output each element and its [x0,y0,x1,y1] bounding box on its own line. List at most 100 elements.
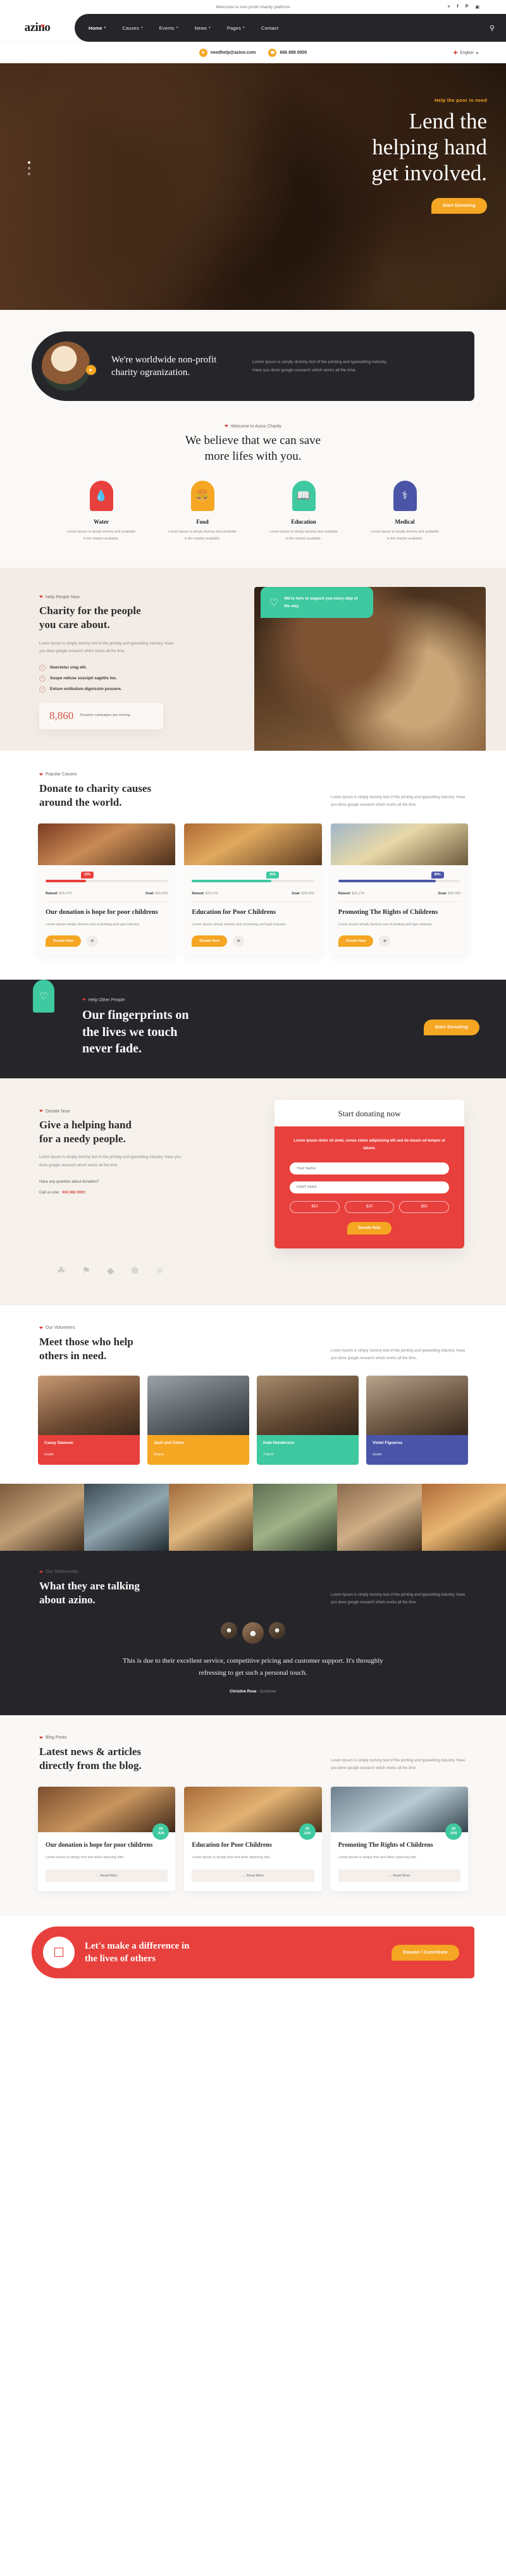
member-caption: Kale Henderson Trainer [257,1434,359,1465]
read-more-button[interactable]: → Read More [338,1870,460,1883]
service-item-education[interactable]: 📖 Education Lorem Ipsum is simply dummy … [269,481,338,543]
team-member[interactable]: Violet Figueroa Guide [366,1375,468,1465]
avatar[interactable]: ☻ [221,1622,237,1639]
progress-fill [338,879,436,882]
donate-now-button[interactable]: Donate Now [46,935,81,947]
form-donate-now-button[interactable]: Donate Now [347,1221,392,1235]
blog-post[interactable]: 20 JUN Promoting The Rights of Childrens… [330,1786,468,1892]
facebook-icon[interactable]: f [457,4,458,9]
gallery-photo[interactable] [168,1483,253,1551]
cause-title: Education for Poor Childrens [192,908,276,916]
causes-headtext: Lorem Ipsum is simply dummy text of the … [331,795,466,808]
heart-icon: ❤ [39,1735,43,1741]
fp-title-line3: never fade. [82,1041,142,1056]
charity-section: ❤ Help People Now Charity for the people… [0,568,506,751]
service-item-food[interactable]: 🍔 Food Lorem Ipsum is simply dummy text … [168,481,237,543]
member-role: Master [154,1452,164,1457]
logo[interactable]: ❤ azino [0,21,75,35]
post-month: JUN [157,1831,164,1835]
service-item-medical[interactable]: ⚕ Medical Lorem Ipsum is simply dummy te… [371,481,439,543]
share-icon[interactable]: ❖ [233,935,245,947]
pinterest-icon[interactable]: P [466,4,469,9]
read-more-button[interactable]: → Read More [192,1870,314,1883]
blog-grid: 28 JUN Our donation is hope for poor chi… [19,1786,487,1892]
progress-wrapper: 65% [192,871,314,882]
team-section: ❤ Our Volunteers Meet those who help oth… [0,1305,506,1484]
raised-label: Raised: [46,891,58,896]
progress-bar [338,879,460,882]
slider-dot[interactable] [28,167,30,169]
email-info[interactable]: ✉ needhelp@azino.com [199,49,256,57]
phone-info[interactable]: ☎ 666 888 0000 [268,49,307,57]
hero-start-donating-button[interactable]: Start Donating [431,197,487,214]
donation-value-input[interactable] [290,1181,449,1193]
cause-card[interactable]: 80% Raised: $25,270 Goal: $30,000 Promot… [330,823,468,956]
twitter-icon[interactable]: x [448,4,450,9]
post-date-badge: 24 JUN [299,1823,316,1840]
author-name: Christine Rose [230,1689,257,1694]
hero-slider-dots[interactable] [28,161,30,175]
check-circle-icon: ✓ [39,664,46,671]
amount-preset-50[interactable]: $50 [399,1200,450,1213]
gallery-photo[interactable] [337,1483,422,1551]
helping-hands-icon: ♡ [33,980,54,1013]
post-desc: Lorem ipsum is simply free text dolor si… [338,1856,417,1860]
share-icon[interactable]: ❖ [379,935,391,947]
logo-heart-icon: ❤ [40,23,45,29]
progress-fill [46,879,86,882]
service-item-water[interactable]: 💧 Water Lorem Ipsum is simply dummy text… [67,481,135,543]
avatar[interactable]: ☻ [242,1622,264,1644]
cta-donate-button[interactable]: Donate / Contribute [392,1944,459,1961]
read-more-button[interactable]: → Read More [46,1870,168,1883]
slider-dot[interactable] [28,161,30,164]
support-badge-text: We're here to support you every step of … [284,596,358,608]
team-member[interactable]: Casey Dawson Guide [38,1375,140,1465]
blog-eyebrow: ❤ Blog Posts [39,1735,142,1741]
chevron-down-icon: ▾ [243,26,245,30]
search-icon[interactable]: ⚲ [490,24,495,32]
amount-preset-20[interactable]: $20 [344,1200,395,1213]
nav-item-pages[interactable]: Pages ▾ [227,25,245,31]
nav-item-events[interactable]: Events ▾ [159,25,178,31]
blog-eyebrow-text: Blog Posts [45,1735,67,1741]
cta-title: Let's make a difference in the lives of … [85,1940,190,1966]
nav-item-news[interactable]: News ▾ [195,25,211,31]
instagram-icon[interactable]: ▣ [475,4,479,9]
phone-text: 666 888 0000 [280,51,307,55]
nav-item-home[interactable]: Home ▾ [89,25,106,31]
play-icon[interactable]: ► [86,365,96,375]
gallery-photo[interactable] [0,1483,85,1551]
cause-card[interactable]: 65% Raised: $25,270 Goal: $30,000 Educat… [184,823,322,956]
nav-item-causes[interactable]: Causes ▾ [122,25,142,31]
gallery-photo[interactable] [252,1483,338,1551]
post-month: JUN [450,1831,457,1835]
blog-post[interactable]: 28 JUN Our donation is hope for poor chi… [38,1786,176,1892]
cause-title: Promoting The Rights of Childrens [338,908,438,916]
avatar[interactable]: ☻ [269,1622,285,1639]
gallery-photo[interactable] [84,1483,169,1551]
language-selector[interactable]: ✚ English ▾ [454,50,478,56]
amount-preset-10[interactable]: $10 [290,1200,340,1213]
nav-item-contact[interactable]: Contact [261,25,278,31]
fingerprints-start-donating-button[interactable]: Start Donating [423,1019,479,1035]
donate-now-button[interactable]: Donate Now [192,935,228,947]
team-member[interactable]: Kale Henderson Trainer [257,1375,359,1465]
share-icon[interactable]: ❖ [86,935,98,947]
donate-call[interactable]: Call us now 666 888 0000 [39,1190,261,1197]
donor-name-input[interactable] [290,1162,449,1175]
cause-desc: Lorem Ipsum simply dummy text of printin… [192,923,287,927]
service-desc: Lorem Ipsum is simply dummy text availab… [269,530,338,541]
donate-now-button[interactable]: Donate Now [338,935,374,947]
call-number: 666 888 0000 [62,1191,85,1195]
post-date-badge: 28 JUN [152,1823,170,1840]
cta-title-line1: Let's make a difference in [85,1940,190,1951]
testi-title-line1: What they are talking [39,1579,140,1592]
gallery-photo[interactable] [421,1483,506,1551]
blog-post[interactable]: 24 JUN Education for Poor Childrens Lore… [184,1786,322,1892]
cause-card[interactable]: 33% Raised: $25,270 Goal: $30,000 Our do… [38,823,176,956]
services-section: ❤ Welcome to Azino Charity We believe th… [0,420,506,569]
slider-dot[interactable] [28,173,30,175]
team-member[interactable]: Jack and Chloe Master [147,1375,249,1465]
raised-value: $25,270 [205,891,218,896]
donate-question: Have any question about donation? [39,1180,99,1184]
